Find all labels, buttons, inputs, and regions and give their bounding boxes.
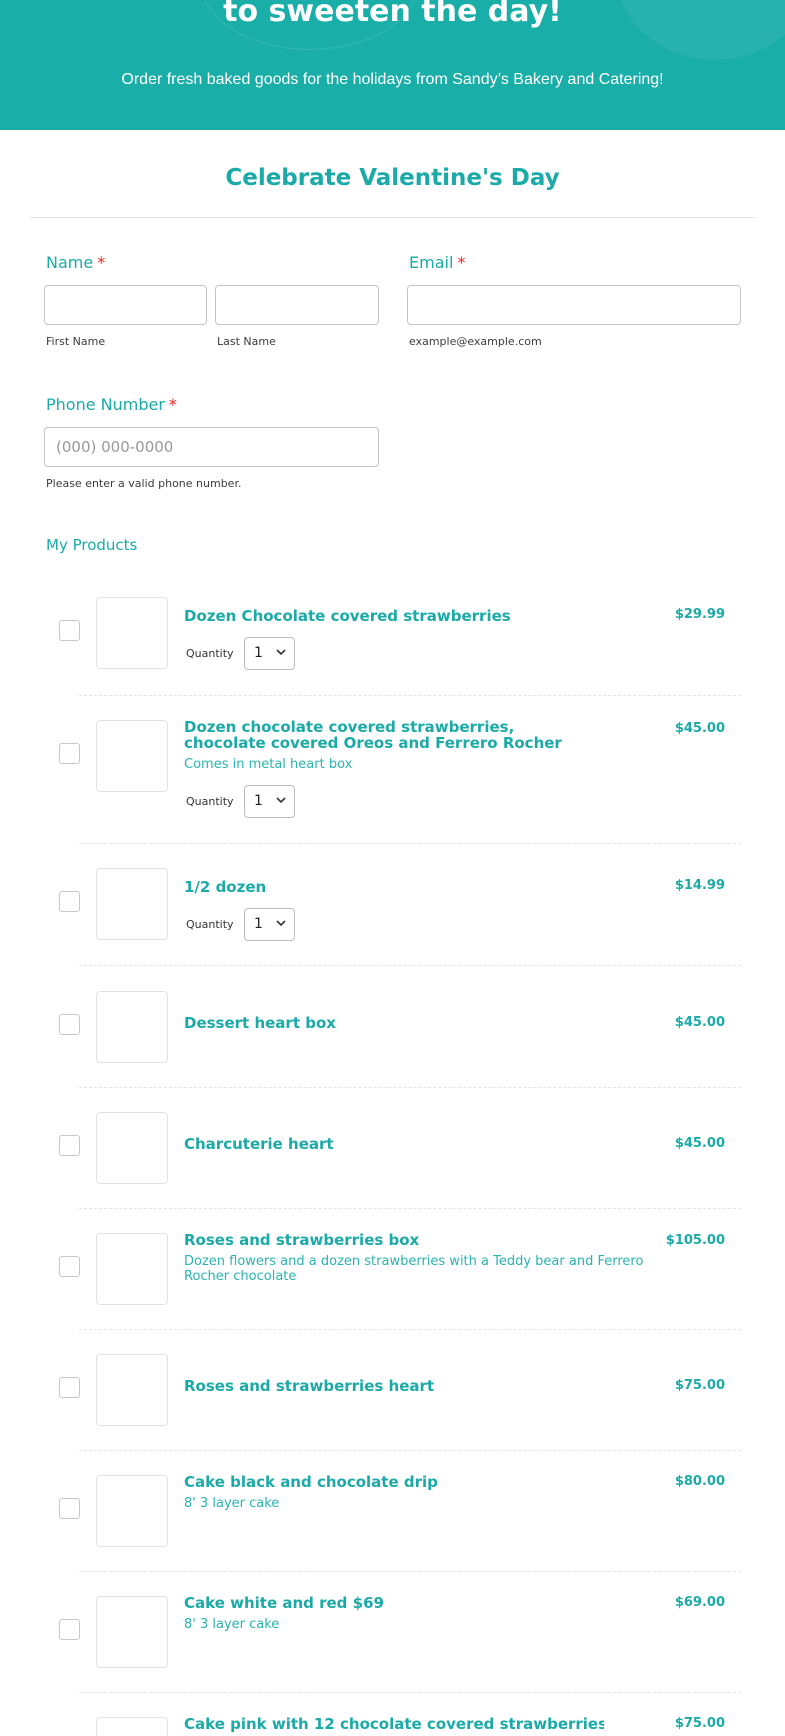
- product-checkbox[interactable]: [59, 891, 80, 912]
- required-mark: *: [168, 395, 177, 414]
- product-divider: [79, 1208, 741, 1209]
- quantity-select[interactable]: 1: [244, 637, 295, 670]
- quantity-label: Quantity: [186, 795, 234, 808]
- product-checkbox[interactable]: [59, 1135, 80, 1156]
- product-name: Charcuterie heart: [184, 1135, 334, 1153]
- product-price: $29.99: [674, 607, 725, 622]
- chevron-down-icon: [276, 797, 286, 804]
- email-label: Email *: [409, 253, 465, 272]
- phone-label-text: Phone Number: [46, 395, 165, 414]
- product-price: $75.00: [674, 1378, 725, 1393]
- product-checkbox[interactable]: [59, 1014, 80, 1035]
- product-name: Cake white and red $69: [184, 1594, 384, 1612]
- product-checkbox[interactable]: [59, 620, 80, 641]
- product-description: Comes in metal heart box: [184, 757, 353, 772]
- email-label-text: Email: [409, 253, 454, 272]
- product-price: $45.00: [674, 1015, 725, 1030]
- form-header: to sweeten the day! Order fresh baked go…: [0, 0, 785, 130]
- product-image: [96, 991, 168, 1063]
- product-image: [96, 1596, 168, 1668]
- header-title: to sweeten the day!: [223, 0, 562, 29]
- phone-input[interactable]: (000) 000-0000: [44, 427, 379, 467]
- form-title: Celebrate Valentine's Day: [225, 165, 560, 191]
- header-subtitle: Order fresh baked goods for the holidays…: [121, 71, 664, 88]
- product-name: Dozen chocolate covered strawberries, ch…: [184, 718, 562, 752]
- product-description: Dozen flowers and a dozen strawberries w…: [184, 1254, 644, 1284]
- product-name: Roses and strawberries heart: [184, 1377, 435, 1395]
- required-mark: *: [457, 253, 466, 272]
- product-checkbox[interactable]: [59, 1256, 80, 1277]
- product-image: [96, 868, 168, 940]
- chevron-down-icon: [276, 649, 286, 656]
- product-price: $75.00: [674, 1716, 725, 1731]
- product-checkbox[interactable]: [59, 1498, 80, 1519]
- quantity-label: Quantity: [186, 918, 234, 931]
- chevron-down-icon: [276, 920, 286, 927]
- product-checkbox[interactable]: [59, 743, 80, 764]
- product-name: Roses and strawberries box: [184, 1231, 420, 1249]
- product-image: [96, 597, 168, 669]
- product-price: $80.00: [674, 1474, 725, 1489]
- product-divider: [79, 1329, 741, 1330]
- product-divider: [79, 695, 741, 696]
- product-name: 1/2 dozen: [184, 878, 267, 896]
- product-divider: [79, 843, 741, 844]
- name-label: Name *: [46, 253, 105, 272]
- product-divider: [79, 1571, 741, 1572]
- first-name-sublabel: First Name: [46, 335, 106, 348]
- product-checkbox[interactable]: [59, 1377, 80, 1398]
- product-image: [96, 1354, 168, 1426]
- product-image: [96, 1475, 168, 1547]
- email-sublabel: example@example.com: [409, 335, 542, 348]
- product-price: $45.00: [674, 1136, 725, 1151]
- product-divider: [79, 1450, 741, 1451]
- title-divider: [30, 217, 755, 218]
- product-name: Dozen Chocolate covered strawberries: [184, 607, 511, 625]
- last-name-input[interactable]: [215, 285, 379, 325]
- required-mark: *: [97, 253, 106, 272]
- product-price: $105.00: [665, 1233, 725, 1248]
- phone-label: Phone Number *: [46, 395, 177, 414]
- product-name: Dessert heart box: [184, 1014, 336, 1032]
- quantity-value: 1: [254, 793, 263, 809]
- product-divider: [79, 1692, 741, 1693]
- name-label-text: Name: [46, 253, 94, 272]
- email-input[interactable]: [407, 285, 741, 325]
- last-name-sublabel: Last Name: [217, 335, 276, 348]
- product-description: 8' 3 layer cake: [184, 1617, 280, 1632]
- product-checkbox[interactable]: [59, 1619, 80, 1640]
- product-image: [96, 1717, 168, 1736]
- phone-sublabel: Please enter a valid phone number.: [46, 477, 242, 490]
- product-description: 8' 3 layer cake: [184, 1496, 280, 1511]
- first-name-input[interactable]: [44, 285, 207, 325]
- product-divider: [79, 965, 741, 966]
- quantity-select[interactable]: 1: [244, 785, 295, 818]
- products-label: My Products: [46, 536, 138, 554]
- product-name: Cake black and chocolate drip: [184, 1473, 438, 1491]
- product-price: $45.00: [674, 721, 725, 736]
- quantity-value: 1: [254, 645, 263, 661]
- product-image: [96, 1233, 168, 1305]
- product-name: Cake pink with 12 chocolate covered stra…: [184, 1716, 604, 1732]
- product-price: $69.00: [674, 1595, 725, 1610]
- product-divider: [79, 1087, 741, 1088]
- product-price: $14.99: [674, 878, 725, 893]
- quantity-select[interactable]: 1: [244, 908, 295, 941]
- product-image: [96, 1112, 168, 1184]
- quantity-label: Quantity: [186, 647, 234, 660]
- product-image: [96, 720, 168, 792]
- quantity-value: 1: [254, 916, 263, 932]
